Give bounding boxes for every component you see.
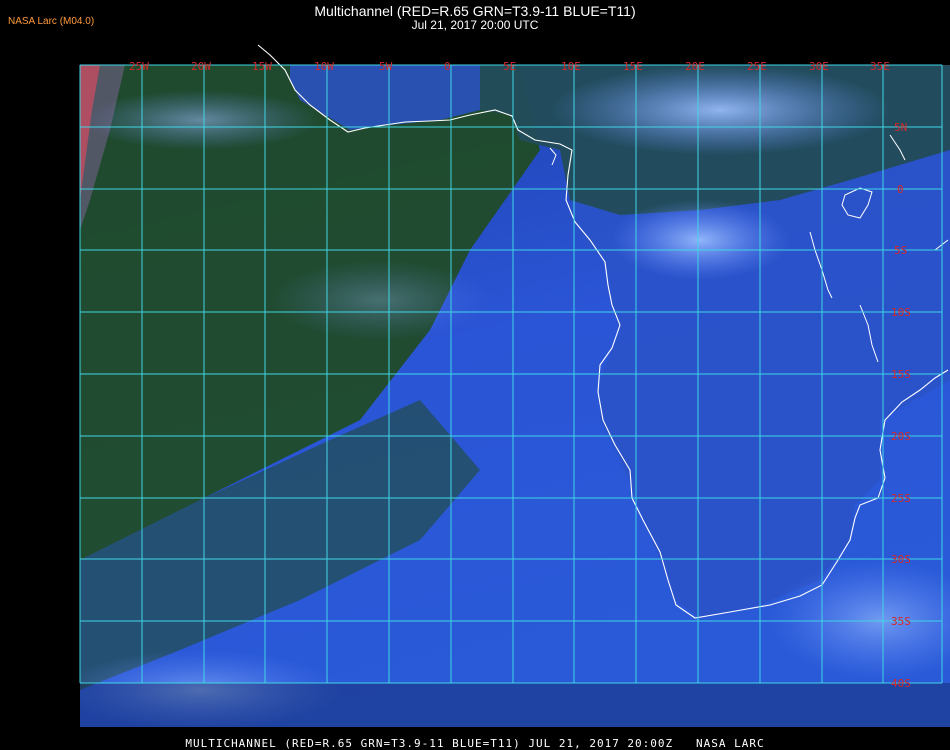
- latitude-label: 40S: [891, 677, 911, 690]
- longitude-label: 20E: [685, 60, 705, 73]
- longitude-label: 30E: [809, 60, 829, 73]
- cloud-mass-north: [550, 65, 890, 155]
- latitude-label: 35S: [891, 615, 911, 628]
- latitude-label: 15S: [891, 368, 911, 381]
- satellite-image-page: NASA Larc (M04.0) Multichannel (RED=R.65…: [0, 0, 950, 750]
- longitude-label: 5W: [379, 60, 393, 73]
- longitude-label: 25E: [747, 60, 767, 73]
- no-data-strip: [80, 683, 950, 727]
- longitude-label: 15W: [252, 60, 272, 73]
- longitude-label: 5E: [503, 60, 516, 73]
- latitude-label: 5S: [894, 244, 907, 257]
- longitude-label: 35E: [870, 60, 890, 73]
- longitude-label: 10E: [561, 60, 581, 73]
- longitude-label: 15E: [623, 60, 643, 73]
- longitude-label: 25W: [129, 60, 149, 73]
- latitude-label: 10S: [891, 306, 911, 319]
- footer-caption: MULTICHANNEL (RED=R.65 GRN=T3.9-11 BLUE=…: [185, 737, 765, 750]
- longitude-label: 20W: [191, 60, 211, 73]
- latitude-label: 30S: [891, 553, 911, 566]
- longitude-label: 10W: [314, 60, 334, 73]
- cloud-mass-central: [610, 200, 790, 280]
- cloud-mass-ocean: [270, 260, 490, 340]
- satellite-map: 25W 20W 15W 10W 5W 0 5E 10E 15E 20E 25E 30E 35E 5N 0 5S…: [79, 44, 950, 727]
- latitude-label: 20S: [891, 430, 911, 443]
- latitude-label: 0: [897, 183, 904, 196]
- longitude-label: 0: [444, 60, 451, 73]
- latitude-label: 25S: [891, 492, 911, 505]
- latitude-label: 5N: [894, 121, 907, 134]
